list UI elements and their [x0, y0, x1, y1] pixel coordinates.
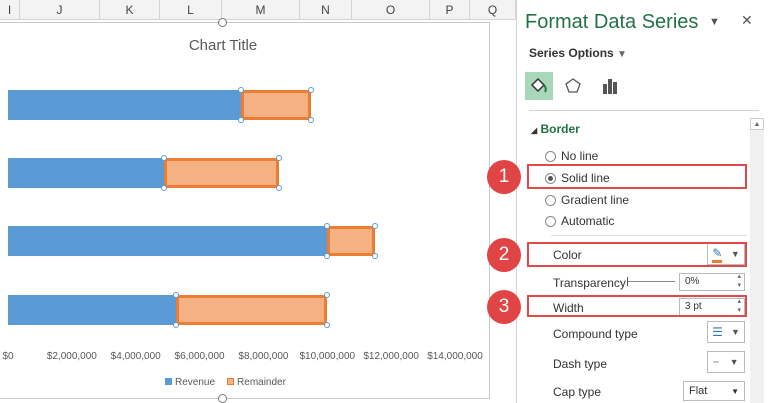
column-header[interactable]: P: [430, 0, 470, 20]
scrollbar[interactable]: ▲: [750, 118, 764, 403]
bar-revenue[interactable]: [8, 295, 176, 325]
column-header[interactable]: M: [222, 0, 300, 20]
pane-title: Format Data Series: [525, 11, 699, 33]
column-header[interactable]: K: [100, 0, 160, 20]
x-tick-label: $0: [2, 351, 14, 362]
x-tick-label: $4,000,000: [110, 351, 161, 362]
cap-type-label: Cap type: [553, 385, 602, 399]
callout-1: 1: [487, 160, 521, 194]
resize-handle[interactable]: [218, 394, 227, 403]
bar-remainder[interactable]: [175, 295, 328, 325]
bar-revenue[interactable]: [8, 90, 242, 120]
selection-handle[interactable]: [372, 253, 379, 259]
x-tick-label: $10,000,000: [299, 351, 356, 362]
transparency-label: Transparency: [553, 276, 626, 290]
bar-remainder[interactable]: [327, 226, 376, 256]
pane-options-icon[interactable]: ▼: [709, 14, 720, 30]
selection-handle[interactable]: [172, 292, 179, 298]
chart-title[interactable]: Chart Title: [0, 37, 446, 54]
dash-type-button[interactable]: ┅ ▼: [707, 351, 745, 373]
selection-handle[interactable]: [324, 292, 331, 298]
bar-revenue[interactable]: [8, 158, 165, 188]
compound-type-button[interactable]: ☰ ▼: [707, 321, 745, 343]
bar-remainder[interactable]: [241, 90, 312, 120]
highlight-solid-line: [527, 164, 747, 189]
bar-remainder[interactable]: [164, 158, 280, 188]
column-header[interactable]: J: [20, 0, 100, 20]
legend-remainder: Remainder: [227, 377, 286, 388]
column-header[interactable]: L: [160, 0, 222, 20]
column-header[interactable]: O: [352, 0, 430, 20]
transparency-input[interactable]: 0%: [679, 272, 745, 291]
x-tick-label: $6,000,000: [174, 351, 225, 362]
selection-handle[interactable]: [372, 223, 379, 229]
chart-area[interactable]: Chart Title $0 $2,000,000 $4,000,000 $6,000…: [0, 18, 490, 403]
close-icon[interactable]: ✕: [741, 12, 753, 28]
divider: [529, 110, 759, 111]
compound-type-label: Compound type: [553, 327, 638, 341]
format-data-series-pane: Format Data Series ▼ ✕ Series Options ▼ …: [516, 0, 766, 403]
column-headers: IJKLMNOPQ: [0, 0, 516, 20]
transparency-slider[interactable]: [627, 277, 675, 286]
series-options-icon[interactable]: [597, 72, 625, 100]
callout-3: 3: [487, 290, 521, 324]
selection-handle[interactable]: [161, 185, 168, 191]
selection-handle[interactable]: [324, 253, 331, 259]
legend-revenue: Revenue: [165, 377, 215, 388]
column-header[interactable]: N: [300, 0, 352, 20]
selection-handle[interactable]: [238, 117, 245, 123]
callout-2: 2: [487, 238, 521, 272]
radio-no-line[interactable]: No line: [545, 149, 598, 163]
fill-line-icon[interactable]: [525, 72, 553, 100]
resize-handle[interactable]: [218, 18, 227, 27]
bar-revenue[interactable]: [8, 226, 328, 256]
column-header[interactable]: Q: [470, 0, 516, 20]
radio-automatic[interactable]: Automatic: [545, 214, 614, 228]
selection-handle[interactable]: [324, 322, 331, 328]
dash-type-label: Dash type: [553, 357, 608, 371]
effects-icon[interactable]: [559, 72, 587, 100]
x-tick-label: $12,000,000: [363, 351, 419, 362]
radio-gradient-line[interactable]: Gradient line: [545, 193, 629, 207]
series-options-dropdown[interactable]: Series Options ▼: [529, 46, 627, 60]
x-tick-label: $2,000,000: [46, 351, 97, 362]
selection-handle[interactable]: [276, 155, 283, 161]
legend[interactable]: Revenue Remainder: [165, 377, 286, 388]
x-tick-label: $14,000,000: [427, 351, 483, 362]
selection-handle[interactable]: [308, 117, 315, 123]
column-header[interactable]: I: [0, 0, 20, 20]
selection-handle[interactable]: [308, 87, 315, 93]
selection-handle[interactable]: [276, 185, 283, 191]
selection-handle[interactable]: [172, 322, 179, 328]
divider: [551, 235, 747, 236]
x-tick-label: $8,000,000: [238, 351, 289, 362]
cap-type-dropdown[interactable]: Flat ▼: [683, 381, 745, 401]
highlight-color: [527, 242, 747, 267]
border-section-header[interactable]: ◢ Border: [531, 122, 580, 136]
highlight-width: [527, 295, 747, 317]
